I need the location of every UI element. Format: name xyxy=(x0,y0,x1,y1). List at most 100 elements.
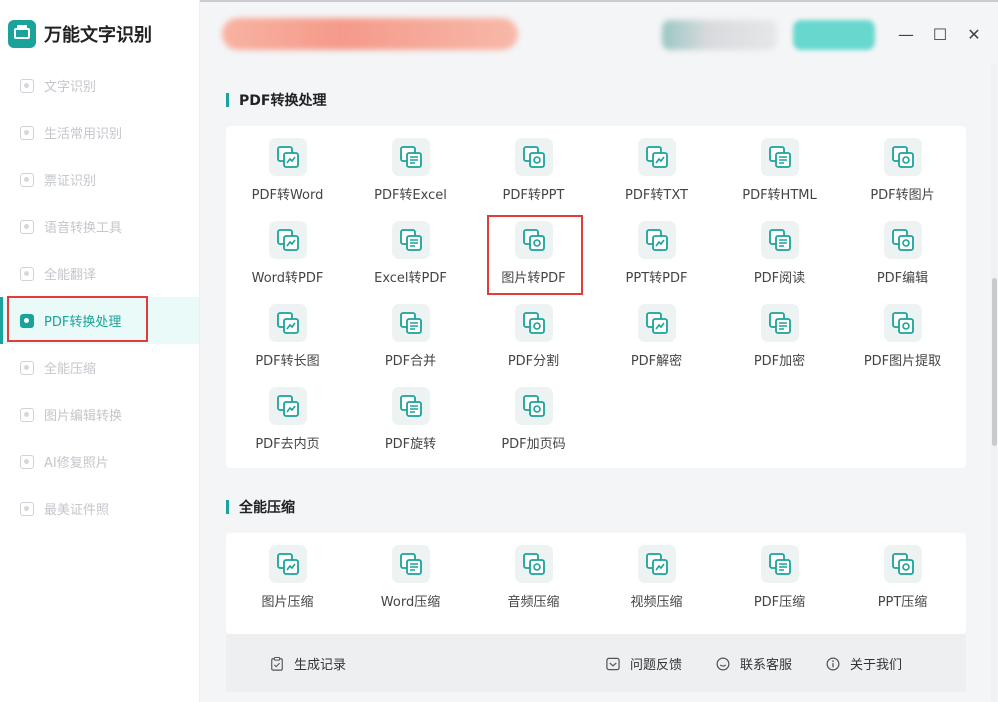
support-button[interactable]: 联系客服 xyxy=(716,654,792,673)
tool-label: Word转PDF xyxy=(251,271,324,286)
tool-pdf-compress[interactable]: PDF压缩 xyxy=(718,533,841,613)
about-button[interactable]: 关于我们 xyxy=(826,654,902,673)
sidebar-item-label: 生活常用识别 xyxy=(44,127,123,142)
tool-label: 音频压缩 xyxy=(507,595,560,610)
app-name: 万能文字识别 xyxy=(44,25,152,46)
minimize-button[interactable]: — xyxy=(894,22,918,46)
tool-label: PDF阅读 xyxy=(753,271,806,286)
pdf-to-long-image-icon xyxy=(268,304,307,342)
tool-label: 视频压缩 xyxy=(630,595,683,610)
sidebar-highlight-box xyxy=(7,296,148,342)
tool-label: PPT压缩 xyxy=(877,595,928,610)
close-button[interactable]: ✕ xyxy=(962,22,986,46)
tool-pdf-merge[interactable]: PDF合并 xyxy=(349,292,472,372)
sidebar-item-translate[interactable]: 全能翻译 xyxy=(0,250,199,297)
tool-label: PDF分割 xyxy=(507,354,560,369)
pdf-to-image-icon xyxy=(883,138,922,176)
history-button[interactable]: 生成记录 xyxy=(270,654,346,673)
tool-video-compress[interactable]: 视频压缩 xyxy=(595,533,718,613)
compress-tools-card: 图片压缩 Word压缩 音频压缩 视频压缩 PDF压缩 PPT压缩 xyxy=(226,533,966,634)
tool-pdf-to-excel[interactable]: PDF转Excel xyxy=(349,126,472,206)
pdf-read-icon xyxy=(760,221,799,259)
sidebar-item-image-edit[interactable]: 图片编辑转换 xyxy=(0,391,199,438)
tool-image-compress[interactable]: 图片压缩 xyxy=(226,533,349,613)
ppt-compress-icon xyxy=(883,545,922,583)
tool-label: PDF合并 xyxy=(384,354,437,369)
sidebar-item-label: 票证识别 xyxy=(44,174,97,189)
pdf-to-txt-icon xyxy=(637,138,676,176)
tool-pdf-edit[interactable]: PDF编辑 xyxy=(841,209,964,289)
tool-label: PDF旋转 xyxy=(384,437,437,452)
tool-pdf-encrypt[interactable]: PDF加密 xyxy=(718,292,841,372)
photo-icon xyxy=(20,454,34,469)
feedback-button[interactable]: 问题反馈 xyxy=(606,654,682,673)
tool-ppt-compress[interactable]: PPT压缩 xyxy=(841,533,964,613)
sidebar-item-label: 全能压缩 xyxy=(44,362,97,377)
sidebar-item-id-photo[interactable]: 最美证件照 xyxy=(0,485,199,532)
history-label: 生成记录 xyxy=(294,658,347,673)
tool-label: PDF转TXT xyxy=(625,188,688,203)
sidebar-item-ai-photo-repair[interactable]: AI修复照片 xyxy=(0,438,199,485)
pdf-rotate-icon xyxy=(391,387,430,425)
section-title-text: 全能压缩 xyxy=(239,500,295,516)
video-compress-icon xyxy=(637,545,676,583)
word-to-pdf-icon xyxy=(268,221,307,259)
sidebar-item-compress[interactable]: 全能压缩 xyxy=(0,344,199,391)
voice-icon xyxy=(20,219,34,234)
sidebar-item-label: 全能翻译 xyxy=(44,268,97,283)
clipboard-icon xyxy=(271,656,283,671)
pdf-image-extract-icon xyxy=(883,304,922,342)
id-photo-icon xyxy=(20,501,34,516)
pdf-split-icon xyxy=(514,304,553,342)
tool-word-to-pdf[interactable]: Word转PDF xyxy=(226,209,349,289)
tool-pdf-to-long-image[interactable]: PDF转长图 xyxy=(226,292,349,372)
compress-icon xyxy=(20,360,34,375)
section-accent-bar xyxy=(226,500,229,514)
excel-to-pdf-icon xyxy=(391,221,430,259)
support-label: 联系客服 xyxy=(740,658,793,673)
tool-word-compress[interactable]: Word压缩 xyxy=(349,533,472,613)
feedback-label: 问题反馈 xyxy=(630,658,683,673)
tool-pdf-to-ppt[interactable]: PDF转PPT xyxy=(472,126,595,206)
tool-pdf-to-html[interactable]: PDF转HTML xyxy=(718,126,841,206)
tool-pdf-read[interactable]: PDF阅读 xyxy=(718,209,841,289)
pdf-to-word-icon xyxy=(268,138,307,176)
vip-button[interactable] xyxy=(793,20,875,50)
tool-pdf-rotate[interactable]: PDF旋转 xyxy=(349,375,472,455)
tool-pdf-image-extract[interactable]: PDF图片提取 xyxy=(841,292,964,372)
pdf-to-excel-icon xyxy=(391,138,430,176)
tool-pdf-remove-pages[interactable]: PDF去内页 xyxy=(226,375,349,455)
sidebar-item-text-recognition[interactable]: 文字识别 xyxy=(0,62,199,109)
maximize-button[interactable]: ☐ xyxy=(928,22,952,46)
tool-pdf-to-word[interactable]: PDF转Word xyxy=(226,126,349,206)
tool-audio-compress[interactable]: 音频压缩 xyxy=(472,533,595,613)
user-account[interactable] xyxy=(662,20,777,50)
tool-pdf-page-number[interactable]: PDF加页码 xyxy=(472,375,595,455)
section-title-text: PDF转换处理 xyxy=(239,93,327,109)
tool-label: PDF解密 xyxy=(630,354,683,369)
promo-banner[interactable] xyxy=(222,18,518,50)
tool-label: 图片压缩 xyxy=(261,595,314,610)
pdf-compress-icon xyxy=(760,545,799,583)
app-title-bar: 万能文字识别 xyxy=(8,20,152,48)
sidebar: 万能文字识别 文字识别 生活常用识别 票证识别 语音转换工具 全能翻译 PDF转… xyxy=(0,0,200,702)
tool-excel-to-pdf[interactable]: Excel转PDF xyxy=(349,209,472,289)
sidebar-item-daily-recognition[interactable]: 生活常用识别 xyxy=(0,109,199,156)
scrollbar-thumb[interactable] xyxy=(992,278,997,446)
sidebar-item-voice-tools[interactable]: 语音转换工具 xyxy=(0,203,199,250)
info-icon xyxy=(826,657,840,670)
tool-pdf-to-image[interactable]: PDF转图片 xyxy=(841,126,964,206)
tool-pdf-to-txt[interactable]: PDF转TXT xyxy=(595,126,718,206)
scan-icon xyxy=(20,172,34,187)
tool-pdf-decrypt[interactable]: PDF解密 xyxy=(595,292,718,372)
tool-label: PDF去内页 xyxy=(255,437,320,452)
sidebar-item-certificate-recognition[interactable]: 票证识别 xyxy=(0,156,199,203)
tool-pdf-split[interactable]: PDF分割 xyxy=(472,292,595,372)
app-logo-icon xyxy=(8,20,36,48)
section-title-compress: 全能压缩 xyxy=(226,497,295,517)
feedback-icon xyxy=(606,657,620,670)
sidebar-item-label: 最美证件照 xyxy=(44,503,110,518)
tool-ppt-to-pdf[interactable]: PPT转PDF xyxy=(595,209,718,289)
sidebar-item-label: 图片编辑转换 xyxy=(44,409,123,424)
translate-icon xyxy=(20,266,34,281)
